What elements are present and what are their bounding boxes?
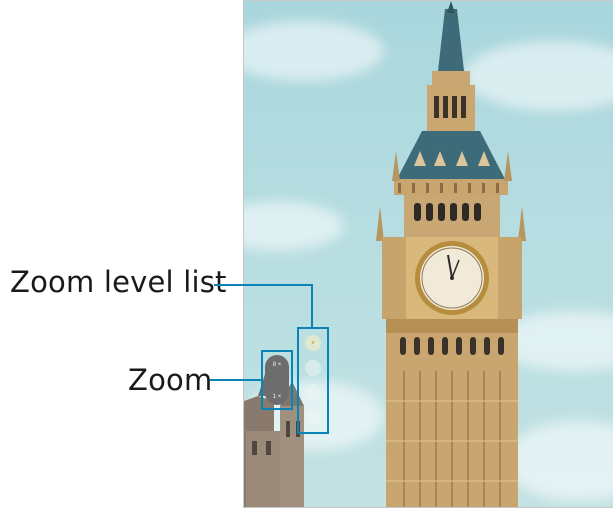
zoom-level-list-connector [311, 284, 313, 328]
zoom-label: Zoom [128, 363, 213, 397]
zoom-connector [210, 379, 262, 381]
zoom-level-list-label: Zoom level list [10, 265, 227, 299]
zoom-highlight [261, 350, 293, 410]
zoom-level-list-connector [214, 284, 313, 286]
zoom-level-list-highlight [297, 327, 329, 434]
